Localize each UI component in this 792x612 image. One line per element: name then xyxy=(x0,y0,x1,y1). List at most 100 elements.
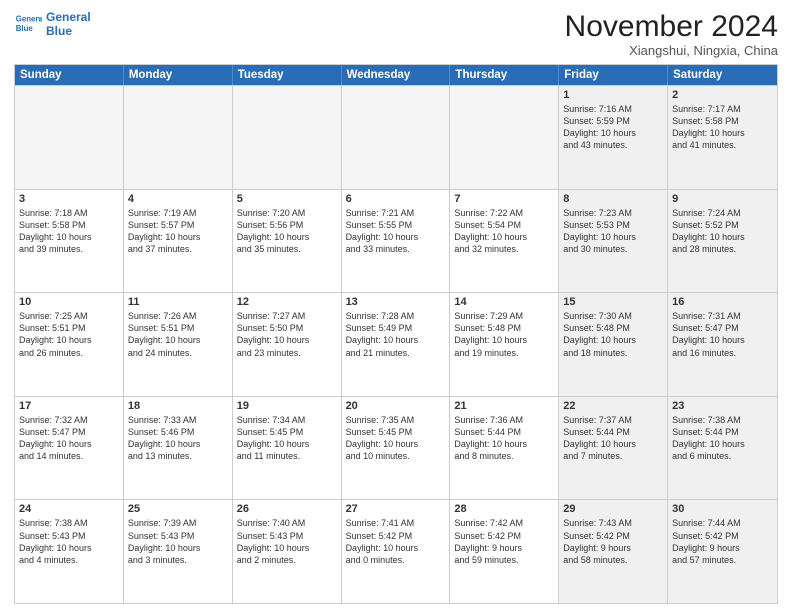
day-cell-11: 11 Sunrise: 7:26 AM Sunset: 5:51 PM Dayli… xyxy=(124,293,233,396)
day-number: 26 xyxy=(237,503,337,515)
day-number: 16 xyxy=(672,296,773,308)
svg-text:General: General xyxy=(16,15,42,24)
day-cell-6: 6Sunrise: 7:21 AM Sunset: 5:55 PM Daylig… xyxy=(342,190,451,293)
day-cell-8: 8 Sunrise: 7:23 AM Sunset: 5:53 PM Daylig… xyxy=(559,190,668,293)
day-cell-21: 21 Sunrise: 7:36 AM Sunset: 5:44 PM Dayli… xyxy=(450,397,559,500)
day-cell-12: 12Sunrise: 7:27 AM Sunset: 5:50 PM Dayli… xyxy=(233,293,342,396)
day-number: 5 xyxy=(237,193,337,205)
day-info: Sunrise: 7:37 AM Sunset: 5:44 PM Dayligh… xyxy=(563,414,663,463)
day-number: 20 xyxy=(346,400,446,412)
day-cell-13: 13 Sunrise: 7:28 AM Sunset: 5:49 PM Dayli… xyxy=(342,293,451,396)
day-cell-27: 27 Sunrise: 7:41 AM Sunset: 5:42 PM Dayli… xyxy=(342,500,451,603)
day-number: 17 xyxy=(19,400,119,412)
day-number: 27 xyxy=(346,503,446,515)
day-number: 4 xyxy=(128,193,228,205)
day-cell-4: 4 Sunrise: 7:19 AM Sunset: 5:57 PM Daylig… xyxy=(124,190,233,293)
week-row-1: 1 Sunrise: 7:16 AM Sunset: 5:59 PM Daylig… xyxy=(15,85,777,189)
day-info: Sunrise: 7:35 AM Sunset: 5:45 PM Dayligh… xyxy=(346,414,446,463)
day-info: Sunrise: 7:40 AM Sunset: 5:43 PM Dayligh… xyxy=(237,517,337,566)
week-row-3: 10 Sunrise: 7:25 AM Sunset: 5:51 PM Dayli… xyxy=(15,292,777,396)
logo-line2: Blue xyxy=(46,24,91,38)
day-cell-empty xyxy=(124,86,233,189)
day-info: Sunrise: 7:36 AM Sunset: 5:44 PM Dayligh… xyxy=(454,414,554,463)
day-number: 11 xyxy=(128,296,228,308)
day-number: 15 xyxy=(563,296,663,308)
week-row-4: 17 Sunrise: 7:32 AM Sunset: 5:47 PM Dayli… xyxy=(15,396,777,500)
day-cell-3: 3Sunrise: 7:18 AM Sunset: 5:58 PM Daylig… xyxy=(15,190,124,293)
day-cell-10: 10 Sunrise: 7:25 AM Sunset: 5:51 PM Dayli… xyxy=(15,293,124,396)
day-cell-16: 16 Sunrise: 7:31 AM Sunset: 5:47 PM Dayli… xyxy=(668,293,777,396)
day-info: Sunrise: 7:32 AM Sunset: 5:47 PM Dayligh… xyxy=(19,414,119,463)
calendar-header: SundayMondayTuesdayWednesdayThursdayFrid… xyxy=(15,65,777,85)
day-cell-30: 30 Sunrise: 7:44 AM Sunset: 5:42 PM Dayli… xyxy=(668,500,777,603)
header-cell-tuesday: Tuesday xyxy=(233,65,342,85)
title-block: November 2024 Xiangshui, Ningxia, China xyxy=(565,10,778,58)
header-cell-sunday: Sunday xyxy=(15,65,124,85)
day-info: Sunrise: 7:20 AM Sunset: 5:56 PM Dayligh… xyxy=(237,207,337,256)
day-number: 8 xyxy=(563,193,663,205)
day-cell-empty xyxy=(450,86,559,189)
day-number: 21 xyxy=(454,400,554,412)
day-cell-15: 15 Sunrise: 7:30 AM Sunset: 5:48 PM Dayli… xyxy=(559,293,668,396)
day-number: 1 xyxy=(563,89,663,101)
logo-line1: General xyxy=(46,10,91,24)
day-cell-empty xyxy=(233,86,342,189)
day-cell-28: 28Sunrise: 7:42 AM Sunset: 5:42 PM Dayli… xyxy=(450,500,559,603)
day-number: 19 xyxy=(237,400,337,412)
day-number: 12 xyxy=(237,296,337,308)
week-row-2: 3Sunrise: 7:18 AM Sunset: 5:58 PM Daylig… xyxy=(15,189,777,293)
calendar: SundayMondayTuesdayWednesdayThursdayFrid… xyxy=(14,64,778,604)
day-info: Sunrise: 7:41 AM Sunset: 5:42 PM Dayligh… xyxy=(346,517,446,566)
day-number: 22 xyxy=(563,400,663,412)
location: Xiangshui, Ningxia, China xyxy=(565,43,778,58)
day-number: 28 xyxy=(454,503,554,515)
day-cell-22: 22 Sunrise: 7:37 AM Sunset: 5:44 PM Dayli… xyxy=(559,397,668,500)
day-cell-9: 9 Sunrise: 7:24 AM Sunset: 5:52 PM Daylig… xyxy=(668,190,777,293)
day-info: Sunrise: 7:22 AM Sunset: 5:54 PM Dayligh… xyxy=(454,207,554,256)
day-info: Sunrise: 7:26 AM Sunset: 5:51 PM Dayligh… xyxy=(128,310,228,359)
day-info: Sunrise: 7:38 AM Sunset: 5:43 PM Dayligh… xyxy=(19,517,119,566)
day-info: Sunrise: 7:19 AM Sunset: 5:57 PM Dayligh… xyxy=(128,207,228,256)
calendar-body: 1 Sunrise: 7:16 AM Sunset: 5:59 PM Daylig… xyxy=(15,85,777,603)
header-cell-friday: Friday xyxy=(559,65,668,85)
day-info: Sunrise: 7:30 AM Sunset: 5:48 PM Dayligh… xyxy=(563,310,663,359)
day-cell-23: 23Sunrise: 7:38 AM Sunset: 5:44 PM Dayli… xyxy=(668,397,777,500)
header-cell-thursday: Thursday xyxy=(450,65,559,85)
day-cell-26: 26 Sunrise: 7:40 AM Sunset: 5:43 PM Dayli… xyxy=(233,500,342,603)
day-number: 18 xyxy=(128,400,228,412)
day-info: Sunrise: 7:39 AM Sunset: 5:43 PM Dayligh… xyxy=(128,517,228,566)
day-cell-5: 5 Sunrise: 7:20 AM Sunset: 5:56 PM Daylig… xyxy=(233,190,342,293)
day-cell-20: 20 Sunrise: 7:35 AM Sunset: 5:45 PM Dayli… xyxy=(342,397,451,500)
day-number: 9 xyxy=(672,193,773,205)
day-number: 13 xyxy=(346,296,446,308)
day-info: Sunrise: 7:28 AM Sunset: 5:49 PM Dayligh… xyxy=(346,310,446,359)
day-info: Sunrise: 7:44 AM Sunset: 5:42 PM Dayligh… xyxy=(672,517,773,566)
day-cell-empty xyxy=(15,86,124,189)
svg-text:Blue: Blue xyxy=(16,24,34,33)
day-info: Sunrise: 7:16 AM Sunset: 5:59 PM Dayligh… xyxy=(563,103,663,152)
logo-text: General Blue xyxy=(46,10,91,39)
day-info: Sunrise: 7:18 AM Sunset: 5:58 PM Dayligh… xyxy=(19,207,119,256)
day-number: 30 xyxy=(672,503,773,515)
header-cell-saturday: Saturday xyxy=(668,65,777,85)
day-info: Sunrise: 7:33 AM Sunset: 5:46 PM Dayligh… xyxy=(128,414,228,463)
day-info: Sunrise: 7:43 AM Sunset: 5:42 PM Dayligh… xyxy=(563,517,663,566)
day-cell-empty xyxy=(342,86,451,189)
header-cell-wednesday: Wednesday xyxy=(342,65,451,85)
day-info: Sunrise: 7:31 AM Sunset: 5:47 PM Dayligh… xyxy=(672,310,773,359)
day-number: 7 xyxy=(454,193,554,205)
week-row-5: 24Sunrise: 7:38 AM Sunset: 5:43 PM Dayli… xyxy=(15,499,777,603)
day-cell-1: 1 Sunrise: 7:16 AM Sunset: 5:59 PM Daylig… xyxy=(559,86,668,189)
day-info: Sunrise: 7:23 AM Sunset: 5:53 PM Dayligh… xyxy=(563,207,663,256)
day-info: Sunrise: 7:24 AM Sunset: 5:52 PM Dayligh… xyxy=(672,207,773,256)
day-cell-7: 7 Sunrise: 7:22 AM Sunset: 5:54 PM Daylig… xyxy=(450,190,559,293)
day-number: 10 xyxy=(19,296,119,308)
day-info: Sunrise: 7:34 AM Sunset: 5:45 PM Dayligh… xyxy=(237,414,337,463)
logo: General Blue General Blue xyxy=(14,10,91,39)
day-cell-2: 2Sunrise: 7:17 AM Sunset: 5:58 PM Daylig… xyxy=(668,86,777,189)
day-cell-14: 14Sunrise: 7:29 AM Sunset: 5:48 PM Dayli… xyxy=(450,293,559,396)
day-cell-29: 29Sunrise: 7:43 AM Sunset: 5:42 PM Dayli… xyxy=(559,500,668,603)
day-info: Sunrise: 7:25 AM Sunset: 5:51 PM Dayligh… xyxy=(19,310,119,359)
day-info: Sunrise: 7:17 AM Sunset: 5:58 PM Dayligh… xyxy=(672,103,773,152)
day-number: 6 xyxy=(346,193,446,205)
